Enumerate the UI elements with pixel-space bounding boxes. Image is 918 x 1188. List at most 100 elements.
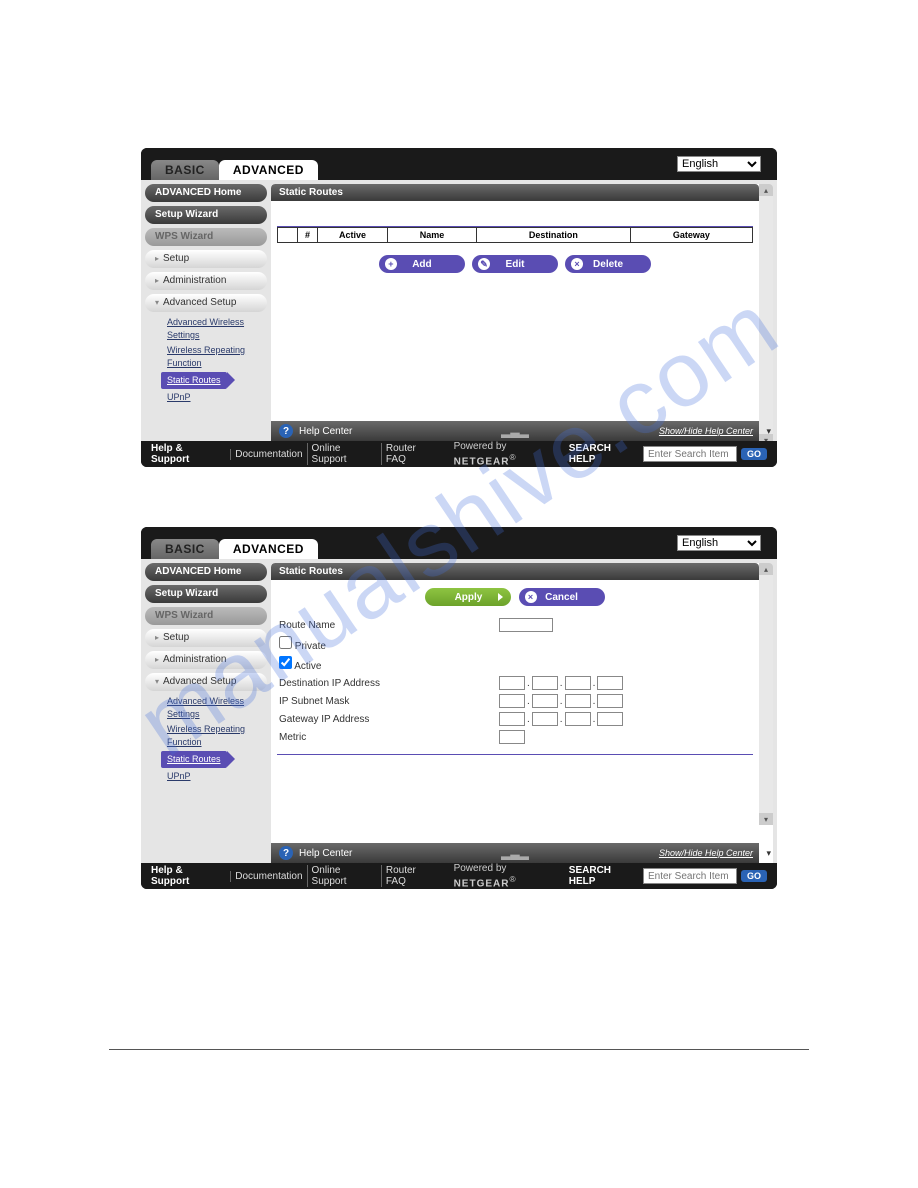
footer-documentation[interactable]: Documentation <box>230 449 306 460</box>
sub-adv-wireless[interactable]: Advanced Wireless Settings <box>167 316 267 342</box>
grip-icon: ▂▃▂ <box>501 846 529 860</box>
x-icon: × <box>571 258 583 270</box>
help-center-bar[interactable]: ? Help Center ▂▃▂ Show/Hide Help Center … <box>271 421 759 441</box>
input-dest-ip-1[interactable] <box>499 676 525 690</box>
chevron-down-icon: ▾ <box>766 848 771 859</box>
scrollbar-vertical[interactable]: ▴ ▾ <box>759 184 773 441</box>
help-center-label: Help Center <box>299 426 352 437</box>
col-num: # <box>298 228 318 243</box>
checkbox-private[interactable] <box>279 636 292 649</box>
sub-static-routes[interactable]: Static Routes <box>161 372 227 389</box>
col-name: Name <box>388 228 477 243</box>
col-select <box>278 228 298 243</box>
powered-by-label: Powered by NETGEAR® <box>454 863 569 889</box>
nav-setup-wizard[interactable]: Setup Wizard <box>145 206 267 224</box>
col-destination: Destination <box>476 228 630 243</box>
footer-online-support[interactable]: Online Support <box>307 865 381 887</box>
tab-advanced[interactable]: ADVANCED <box>219 539 318 559</box>
footer-router-faq[interactable]: Router FAQ <box>381 865 442 887</box>
nav-advanced-home[interactable]: ADVANCED Home <box>145 184 267 202</box>
nav-setup-wizard[interactable]: Setup Wizard <box>145 585 267 603</box>
tab-basic[interactable]: BASIC <box>151 539 219 559</box>
scrollbar-vertical[interactable]: ▴ ▾ <box>759 563 773 825</box>
scroll-up-icon[interactable]: ▴ <box>759 563 773 575</box>
nav-setup[interactable]: Setup <box>145 250 267 268</box>
input-subnet-1[interactable] <box>499 694 525 708</box>
search-help-label: SEARCH HELP <box>569 865 639 887</box>
help-center-bar[interactable]: ? Help Center ▂▃▂ Show/Hide Help Center … <box>271 843 759 863</box>
input-gateway-3[interactable] <box>565 712 591 726</box>
sub-upnp[interactable]: UPnP <box>167 391 267 404</box>
question-icon: ? <box>279 424 293 438</box>
input-dest-ip-4[interactable] <box>597 676 623 690</box>
show-hide-link[interactable]: Show/Hide Help Center <box>659 426 753 436</box>
grip-icon: ▂▃▂ <box>501 424 529 438</box>
footer-router-faq[interactable]: Router FAQ <box>381 443 442 465</box>
label-route-name: Route Name <box>279 620 499 631</box>
input-subnet-3[interactable] <box>565 694 591 708</box>
show-hide-link[interactable]: Show/Hide Help Center <box>659 848 753 858</box>
col-active: Active <box>318 228 388 243</box>
search-input[interactable] <box>643 446 737 462</box>
routes-table: # Active Name Destination Gateway <box>277 227 753 243</box>
plus-icon: + <box>385 258 397 270</box>
tab-advanced[interactable]: ADVANCED <box>219 160 318 180</box>
label-active: Active <box>294 661 321 672</box>
sub-upnp[interactable]: UPnP <box>167 770 267 783</box>
sub-adv-wireless[interactable]: Advanced Wireless Settings <box>167 695 267 721</box>
language-select[interactable]: English <box>677 156 761 172</box>
checkbox-active[interactable] <box>279 656 292 669</box>
label-private: Private <box>295 641 326 652</box>
input-dest-ip-2[interactable] <box>532 676 558 690</box>
nav-advanced-setup[interactable]: Advanced Setup <box>145 294 267 312</box>
nav-administration[interactable]: Administration <box>145 272 267 290</box>
language-select[interactable]: English <box>677 535 761 551</box>
edit-button[interactable]: ✎Edit <box>472 255 558 273</box>
topbar: BASIC ADVANCED English <box>141 148 777 180</box>
content-panel: ▴ ▾ Static Routes # Active Name <box>271 184 773 441</box>
footer-online-support[interactable]: Online Support <box>307 443 381 465</box>
input-gateway-4[interactable] <box>597 712 623 726</box>
search-input[interactable] <box>643 868 737 884</box>
content-panel: ▴ ▾ Static Routes Apply ×Cancel Route Na… <box>271 563 773 863</box>
sub-wireless-repeat[interactable]: Wireless Repeating Function <box>167 723 267 749</box>
scroll-down-icon[interactable]: ▾ <box>759 813 773 825</box>
footer-bar: Help & Support Documentation Online Supp… <box>141 863 777 889</box>
input-metric[interactable] <box>499 730 525 744</box>
input-gateway-1[interactable] <box>499 712 525 726</box>
scroll-up-icon[interactable]: ▴ <box>759 184 773 196</box>
input-subnet-2[interactable] <box>532 694 558 708</box>
col-gateway: Gateway <box>630 228 752 243</box>
tab-basic[interactable]: BASIC <box>151 160 219 180</box>
powered-by-label: Powered by NETGEAR® <box>454 441 569 467</box>
search-help-label: SEARCH HELP <box>569 443 639 465</box>
go-button[interactable]: GO <box>741 870 767 882</box>
main-tabs: BASIC ADVANCED <box>151 539 318 559</box>
input-subnet-4[interactable] <box>597 694 623 708</box>
add-button[interactable]: +Add <box>379 255 465 273</box>
sidebar: ADVANCED Home Setup Wizard WPS Wizard Se… <box>141 180 271 441</box>
go-button[interactable]: GO <box>741 448 767 460</box>
nav-setup[interactable]: Setup <box>145 629 267 647</box>
label-gateway-ip: Gateway IP Address <box>279 714 499 725</box>
nav-wps-wizard[interactable]: WPS Wizard <box>145 607 267 625</box>
cancel-button[interactable]: ×Cancel <box>519 588 605 606</box>
nav-advanced-home[interactable]: ADVANCED Home <box>145 563 267 581</box>
x-icon: × <box>525 591 537 603</box>
input-gateway-2[interactable] <box>532 712 558 726</box>
sub-static-routes[interactable]: Static Routes <box>161 751 227 768</box>
input-dest-ip-3[interactable] <box>565 676 591 690</box>
main-tabs: BASIC ADVANCED <box>151 160 318 180</box>
footer-documentation[interactable]: Documentation <box>230 871 306 882</box>
panel-title: Static Routes <box>271 184 759 201</box>
nav-advanced-setup[interactable]: Advanced Setup <box>145 673 267 691</box>
nav-wps-wizard[interactable]: WPS Wizard <box>145 228 267 246</box>
apply-button[interactable]: Apply <box>425 588 511 606</box>
page-rule <box>109 1049 809 1050</box>
nav-administration[interactable]: Administration <box>145 651 267 669</box>
input-route-name[interactable] <box>499 618 553 632</box>
topbar: BASIC ADVANCED English <box>141 527 777 559</box>
delete-button[interactable]: ×Delete <box>565 255 651 273</box>
sub-wireless-repeat[interactable]: Wireless Repeating Function <box>167 344 267 370</box>
help-center-label: Help Center <box>299 848 352 859</box>
